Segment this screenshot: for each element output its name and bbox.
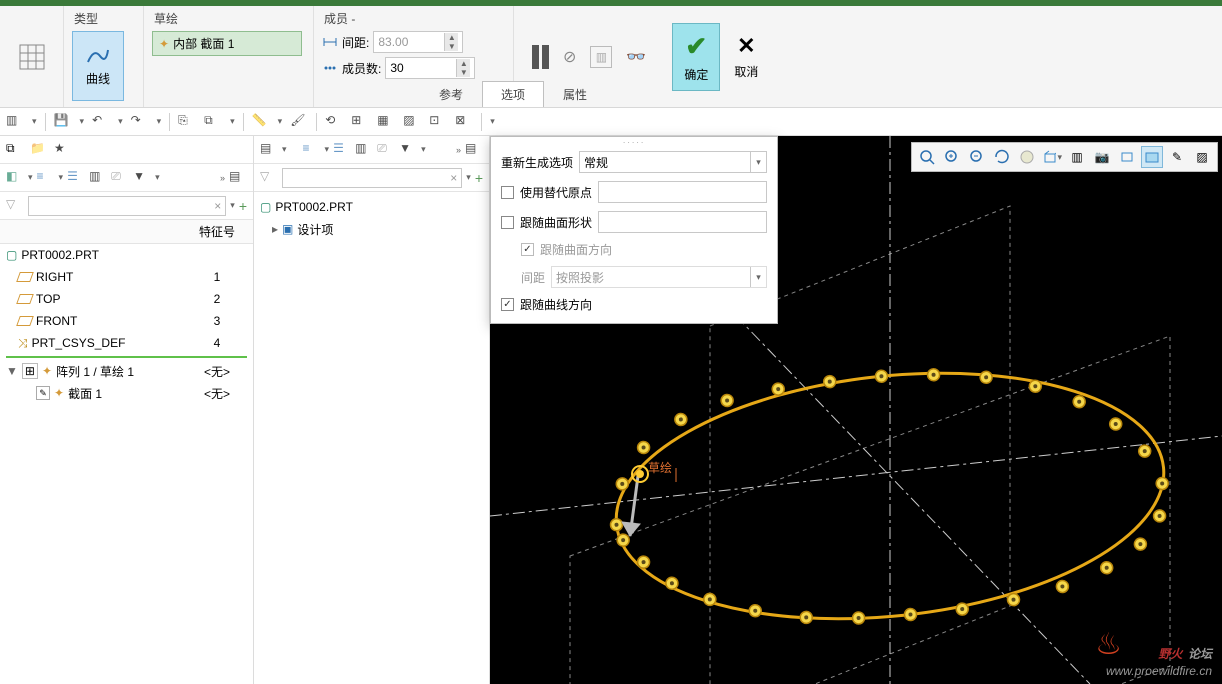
mid-filter-input[interactable]: × [282,168,462,188]
svg-text:草绘: 草绘 [648,460,672,475]
viewport-toolbar: ▾ ▥ 📷 ✎ ▨ [911,142,1218,172]
display-style-icon[interactable]: ▾ [1041,146,1063,168]
tool-icon[interactable]: ⎚ [111,169,129,187]
sketch-ref-field[interactable]: ✦ 内部 截面 1 [152,31,302,56]
cube-icon[interactable]: ◧ [6,169,24,187]
design-tree[interactable]: ▢ PRT0002.PRT ▸ ▣ 设计项 [254,192,489,684]
tool-icon[interactable]: ⎚ [377,141,395,159]
box-icon[interactable]: ▥ [590,46,612,68]
settings-icon[interactable]: ▤ [465,141,483,159]
funnel-icon[interactable]: ▽ [6,197,24,215]
drag-handle[interactable]: ∙∙∙∙∙ [491,137,777,147]
star-tab-icon[interactable]: ★ [54,141,72,159]
save-icon[interactable]: 💾 [54,113,72,131]
settings-icon[interactable]: ▤ [229,169,247,187]
tool-icon[interactable]: ▦ [377,113,395,131]
list-icon[interactable]: ≡ [37,169,55,187]
tool-icon[interactable]: ▨ [403,113,421,131]
sketch-label: 草绘 [152,8,305,31]
model-tree-panel: ⧉ 📁 ★ ◧▾ ≡▾ ☰ ▥ ⎚ ▼▾ » ▤ ▽ × ▾ + 特征号 ▢ P… [0,136,254,684]
alt-origin-field[interactable] [598,181,767,203]
sheet-icon[interactable]: ▤ [260,141,278,159]
annotation-icon[interactable]: ✎ [1166,146,1188,168]
folder-tab-icon[interactable]: 📁 [30,141,48,159]
spacing-icon [322,34,338,50]
redo-icon[interactable]: ↷ [131,113,149,131]
follow-surface-field[interactable] [598,211,767,233]
shaded-icon[interactable] [1141,146,1163,168]
sphere-icon[interactable] [1016,146,1038,168]
count-input[interactable]: 30▲▼ [385,57,475,79]
tree-tab-icon[interactable]: ⧉ [6,141,24,159]
plane-icon [16,294,34,304]
tool-icon[interactable]: ⊡ [429,113,447,131]
tb-icon[interactable]: ▥ [6,113,24,131]
curve-type-button[interactable]: 曲线 [72,31,124,101]
cancel-button[interactable]: ✕ 取消 [722,23,770,91]
undo-icon[interactable]: ↶ [92,113,110,131]
type-label: 类型 [72,8,135,31]
plane-icon [16,316,34,326]
ruler-icon[interactable]: 📏 [252,113,270,131]
repaint-icon[interactable] [991,146,1013,168]
funnel-icon[interactable]: ▽ [260,169,278,187]
zoom-in-icon[interactable] [941,146,963,168]
add-icon[interactable]: + [475,170,483,186]
follow-surface-checkbox[interactable] [501,216,514,229]
tree-header: 特征号 [0,220,253,244]
filter-icon[interactable]: ▼ [133,169,151,187]
chevron-icon[interactable]: » [456,145,461,155]
camera-icon[interactable]: 📷 [1091,146,1113,168]
pause-button[interactable] [532,45,549,69]
spacing-input[interactable]: 83.00▲▼ [373,31,463,53]
tab-options[interactable]: 选项 [482,81,544,107]
tab-reference[interactable]: 参考 [420,81,482,107]
list-icon[interactable]: ≡ [303,141,321,159]
tab-properties[interactable]: 属性 [544,81,606,107]
members-label: 成员 - [322,8,505,31]
count-icon [322,60,338,76]
glasses-icon[interactable]: 👓 [626,47,646,67]
ribbon: 类型 曲线 草绘 ✦ 内部 截面 1 成员 - 间距: 83.00▲▼ 成员数:… [0,6,1222,108]
datum-icon[interactable]: ▨ [1191,146,1213,168]
regen-combo[interactable]: 常规▾ [579,151,767,173]
list2-icon[interactable]: ☰ [67,169,85,187]
options-dropdown: ∙∙∙∙∙ 重新生成选项 常规▾ 使用替代原点 跟随曲面形状 跟随曲面方向 间距… [490,136,778,324]
tool-icon[interactable]: ⟲ [325,113,343,131]
grid-icon-button[interactable] [6,22,58,92]
paint-icon[interactable]: 🖌 [290,113,308,131]
tool-icon[interactable]: ⎘ [178,113,196,131]
add-icon[interactable]: + [239,198,247,214]
follow-curve-checkbox[interactable] [501,298,514,311]
tool-icon[interactable]: ⧉ [204,113,222,131]
filter-icon[interactable]: ▼ [399,141,417,159]
ok-button[interactable]: ✔ 确定 [672,23,720,91]
watermark: 野火 论坛 www.proewildfire.cn [1106,641,1212,678]
csys-icon: ⤨ [18,336,28,351]
close-window-icon[interactable]: ⊠ [455,113,473,131]
chevron-icon[interactable]: » [220,173,225,183]
tool-icon[interactable]: ⊞ [351,113,369,131]
spacing-combo: 按照投影▾ [551,266,767,288]
saved-views-icon[interactable]: ▥ [1066,146,1088,168]
sketch-icon: ✎ [36,386,50,400]
sub-tabs: 参考 选项 属性 [420,81,606,107]
design-panel: ▤▾ ≡▾ ☰ ▥ ⎚ ▼▾ » ▤ ▽ × ▾ + ▢ PRT0002.PRT… [254,136,490,684]
overflow-icon[interactable]: ▾ [490,116,495,127]
follow-surface-dir-checkbox [521,243,534,256]
model-tree[interactable]: ▢ PRT0002.PRT RIGHT1 TOP2 FRONT3 ⤨ PRT_C… [0,244,253,684]
no-icon[interactable]: ⊘ [563,47,576,67]
alt-origin-checkbox[interactable] [501,186,514,199]
col-icon[interactable]: ▥ [89,169,107,187]
plane-icon [16,272,34,282]
refit-icon[interactable] [916,146,938,168]
zoom-out-icon[interactable] [966,146,988,168]
col-icon[interactable]: ▥ [355,141,373,159]
perspective-icon[interactable] [1116,146,1138,168]
main-toolbar: ▥▾ 💾▾ ↶▾ ↷▾ ⎘ ⧉▾ 📏▾ 🖌 ⟲ ⊞ ▦ ▨ ⊡ ⊠ ▾ [0,108,1222,136]
list2-icon[interactable]: ☰ [333,141,351,159]
tree-filter-input[interactable]: × [28,196,226,216]
